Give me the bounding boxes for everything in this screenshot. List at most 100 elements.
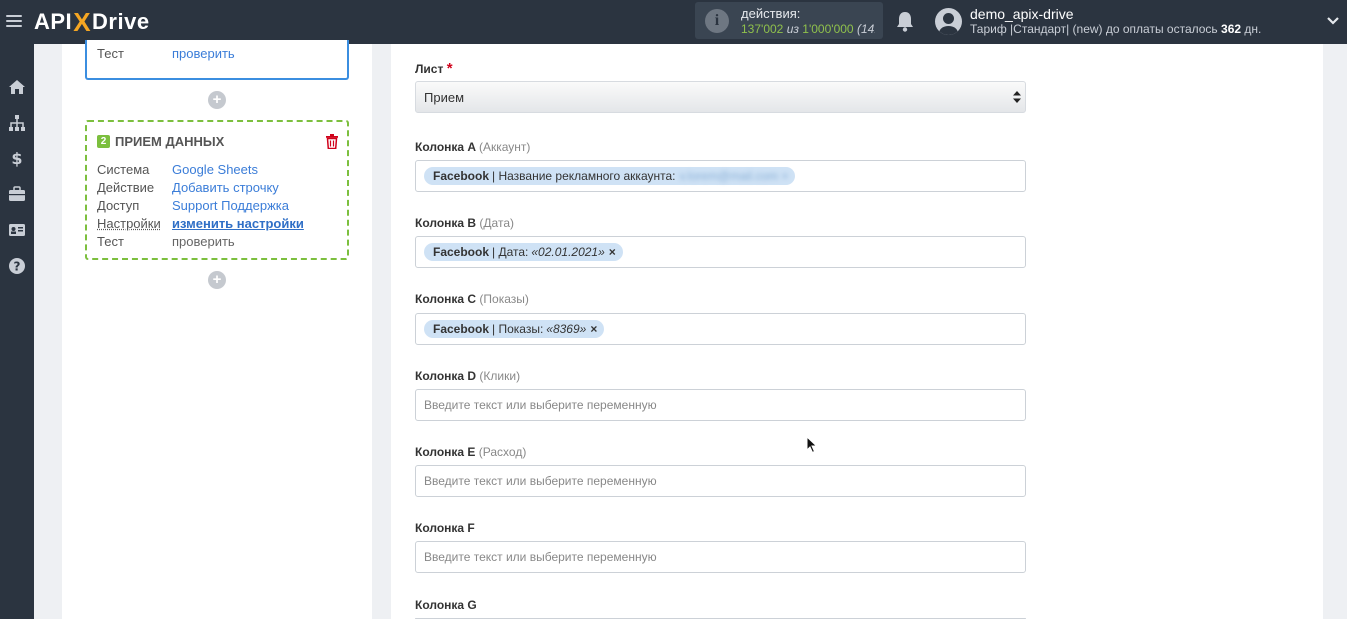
help-icon[interactable]: ? xyxy=(0,249,34,283)
tag-source: Facebook xyxy=(433,169,490,183)
add-step-button[interactable]: + xyxy=(208,271,226,289)
tag-value: «02.01.2021» xyxy=(531,245,605,259)
column-e-input[interactable]: Введите текст или выберите переменную xyxy=(415,465,1026,497)
variable-tag[interactable]: Facebook | Дата: «02.01.2021» × xyxy=(424,243,623,261)
column-g-label: Колонка G xyxy=(415,598,477,612)
column-a-input[interactable]: Facebook | Название рекламного аккаунта:… xyxy=(415,160,1026,192)
logo-api: API xyxy=(34,9,73,34)
svg-text:?: ? xyxy=(14,260,21,274)
step2-row-system: Система Google Sheets xyxy=(97,162,258,177)
column-f-label: Колонка F xyxy=(415,521,475,535)
column-b-label-text: Колонка B xyxy=(415,216,477,230)
sheet-label-text: Лист xyxy=(415,62,444,76)
required-marker: * xyxy=(446,60,453,77)
column-d-input[interactable]: Введите текст или выберите переменную xyxy=(415,389,1026,421)
top-bar: API X Drive i действия: 137'002 из 1'000'0… xyxy=(0,0,1347,44)
column-f-input[interactable]: Введите текст или выберите переменную xyxy=(415,541,1026,573)
add-step-button[interactable]: + xyxy=(208,91,226,109)
avatar[interactable] xyxy=(935,8,962,35)
step2-row-settings: Настройки изменить настройки xyxy=(97,216,304,231)
apix-drive-logo[interactable]: API X Drive xyxy=(34,7,150,37)
access-link[interactable]: Support Поддержка xyxy=(172,198,289,213)
step2-title-text: ПРИЕМ ДАННЫХ xyxy=(115,134,225,149)
id-card-icon[interactable] xyxy=(0,213,34,247)
column-c-input[interactable]: Facebook | Показы: «8369» × xyxy=(415,313,1026,345)
step1-test-row: Тест проверить xyxy=(97,46,235,61)
column-b-label: Колонка B (Дата) xyxy=(415,216,514,230)
step1-test-link[interactable]: проверить xyxy=(172,46,235,61)
sitemap-icon[interactable] xyxy=(0,106,34,140)
logo-drive: Drive xyxy=(92,9,150,34)
tag-value: «8369» xyxy=(546,322,587,336)
trash-icon[interactable] xyxy=(325,134,339,149)
column-d-label: Колонка D (Клики) xyxy=(415,369,520,383)
bell-icon[interactable] xyxy=(895,10,915,32)
tag-blurred-value: v.lorem@mail.com × xyxy=(679,169,789,183)
column-e-placeholder: Введите текст или выберите переменную xyxy=(424,474,657,488)
actions-counter[interactable]: i действия: 137'002 из 1'000'000 (14! xyxy=(695,2,883,39)
action-link[interactable]: Добавить строчку xyxy=(172,180,279,195)
column-d-label-text: Колонка D xyxy=(415,369,477,383)
column-e-hint: (Расход) xyxy=(478,445,527,459)
column-f-placeholder: Введите текст или выберите переменную xyxy=(424,550,657,564)
tag-text: | Название рекламного аккаунта: xyxy=(492,169,676,183)
username[interactable]: demo_apix-drive xyxy=(970,6,1074,22)
column-e-label: Колонка E (Расход) xyxy=(415,445,526,459)
tag-text: | Показы: xyxy=(492,322,544,336)
settings-link[interactable]: изменить настройки xyxy=(172,216,304,231)
chevron-down-icon[interactable] xyxy=(1326,14,1340,28)
column-c-label-text: Колонка C xyxy=(415,292,477,306)
briefcase-icon[interactable] xyxy=(0,177,34,211)
column-d-placeholder: Введите текст или выберите переменную xyxy=(424,398,657,412)
sheet-select-value: Прием xyxy=(424,89,465,105)
home-icon[interactable] xyxy=(0,70,34,104)
system-label: Система xyxy=(97,162,150,177)
step1-test-label: Тест xyxy=(97,46,124,61)
variable-tag[interactable]: Facebook | Название рекламного аккаунта:… xyxy=(424,167,796,185)
mouse-cursor-icon xyxy=(806,436,818,454)
hamburger-menu-icon[interactable] xyxy=(6,12,22,30)
system-link[interactable]: Google Sheets xyxy=(172,162,258,177)
tag-text: | Дата: xyxy=(492,245,529,259)
column-a-label: Колонка A (Аккаунт) xyxy=(415,140,530,154)
plan-days: 362 xyxy=(1221,22,1242,36)
plan-suffix: дн. xyxy=(1244,22,1262,36)
column-b-hint: (Дата) xyxy=(479,216,514,230)
remove-tag-icon[interactable]: × xyxy=(609,245,616,259)
plan-prefix: Тариф |Стандарт| (new) до оплаты осталос… xyxy=(970,22,1218,36)
column-d-hint: (Клики) xyxy=(479,369,521,383)
column-g-label-text: Колонка G xyxy=(415,598,477,612)
flow-panel: Тест проверить + 2 ПРИЕМ ДАННЫХ Система … xyxy=(62,40,372,619)
actions-of: из xyxy=(786,22,799,36)
remove-tag-icon[interactable]: × xyxy=(590,322,597,336)
step2-title: 2 ПРИЕМ ДАННЫХ xyxy=(97,134,224,149)
column-b-input[interactable]: Facebook | Дата: «02.01.2021» × xyxy=(415,236,1026,268)
test-link[interactable]: проверить xyxy=(172,234,235,249)
select-arrows-icon xyxy=(1013,91,1021,103)
logo-x: X xyxy=(73,6,92,37)
actions-total: 1'000'000 xyxy=(802,22,854,36)
sheet-label: Лист * xyxy=(415,60,453,77)
plan-info: Тариф |Стандарт| (new) до оплаты осталос… xyxy=(970,22,1261,36)
step2-row-action: Действие Добавить строчку xyxy=(97,180,279,195)
column-e-label-text: Колонка E xyxy=(415,445,476,459)
step2-row-test: Тест проверить xyxy=(97,234,235,249)
step2-row-access: Доступ Support Поддержка xyxy=(97,198,289,213)
sheet-select[interactable]: Прием xyxy=(415,81,1026,113)
step2-card[interactable]: 2 ПРИЕМ ДАННЫХ Система Google Sheets Дей… xyxy=(85,120,349,260)
access-label: Доступ xyxy=(97,198,140,213)
tag-source: Facebook xyxy=(433,245,490,259)
step1-card[interactable]: Тест проверить xyxy=(85,40,349,80)
tag-source: Facebook xyxy=(433,322,490,336)
column-c-hint: (Показы) xyxy=(479,292,529,306)
actions-label: действия: xyxy=(741,6,801,21)
test-label: Тест xyxy=(97,234,124,249)
field-mapping-form: Лист * Прием Колонка A (Аккаунт) Faceboo… xyxy=(391,44,1323,619)
info-icon: i xyxy=(705,9,729,33)
svg-text:$: $ xyxy=(11,149,22,167)
variable-tag[interactable]: Facebook | Показы: «8369» × xyxy=(424,320,605,338)
settings-label: Настройки xyxy=(97,216,161,231)
actions-extra: (14! xyxy=(856,22,875,36)
dollar-icon[interactable]: $ xyxy=(0,141,34,175)
column-c-label: Колонка C (Показы) xyxy=(415,292,529,306)
